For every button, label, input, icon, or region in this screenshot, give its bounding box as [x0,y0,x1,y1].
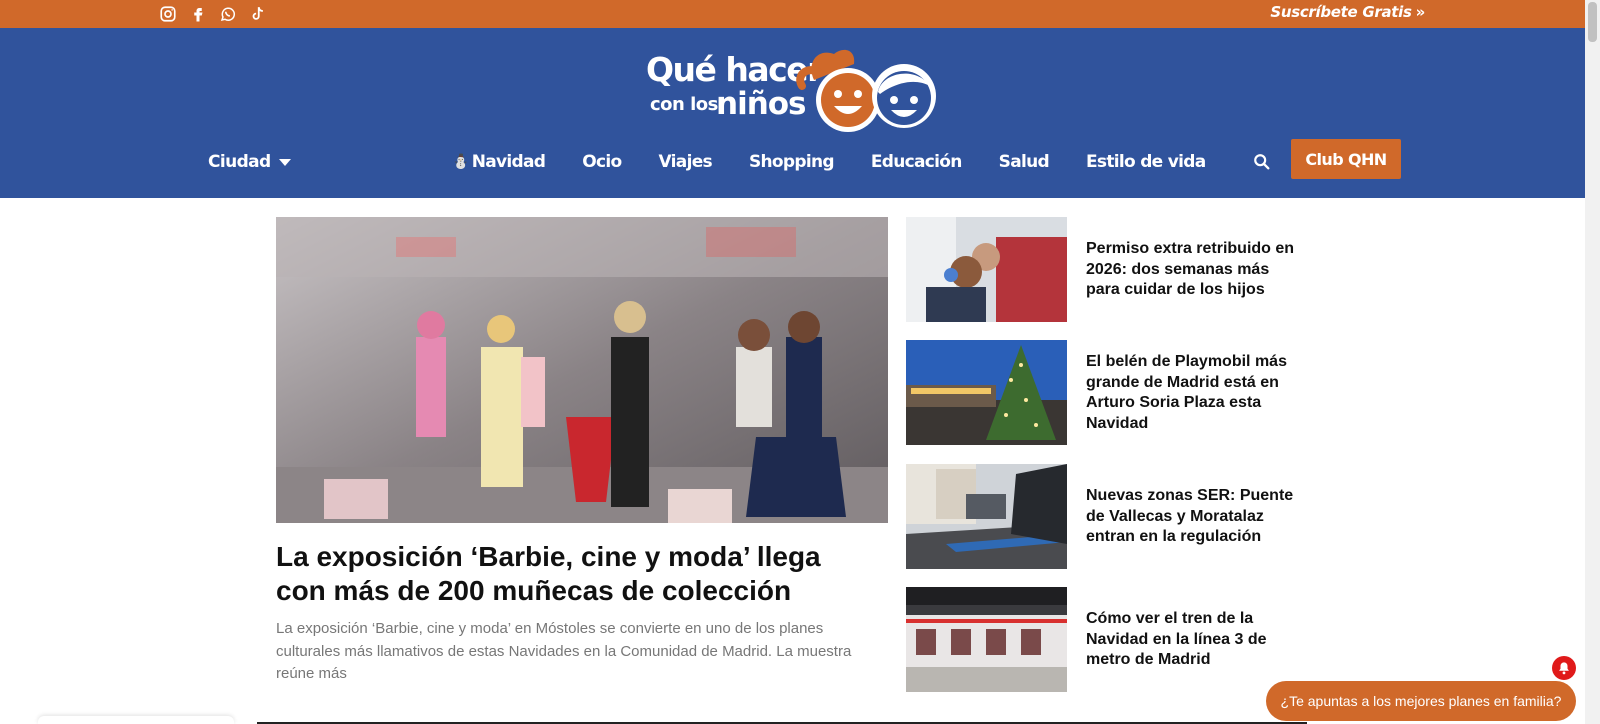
featured-article-title[interactable]: La exposición ‘Barbie, cine y moda’ lleg… [276,540,876,608]
nav-item-label: Ocio [582,152,622,172]
nav-item-viajes[interactable]: Viajes [658,152,713,172]
consent-card-edge [38,716,234,724]
side-article[interactable]: Permiso extra retribuido en 2026: dos se… [906,217,1306,322]
whatsapp-icon[interactable] [218,4,238,24]
side-article-image [906,587,1067,692]
side-article-title: El belén de Playmobil más grande de Madr… [1086,353,1287,432]
social-links [158,4,268,24]
city-dropdown-label: Ciudad [208,152,271,172]
nav-item-navidad[interactable]: ⛄ Navidad [452,152,546,172]
main-nav: Ciudad ⛄ Navidad Ocio Viajes Shopping Ed… [0,136,1585,186]
side-article-image [906,217,1067,322]
side-article[interactable]: Cómo ver el tren de la Navidad en la lín… [906,587,1306,692]
subscribe-link[interactable]: Suscríbete Gratis» [1270,3,1425,21]
nav-item-salud[interactable]: Salud [998,152,1050,172]
nav-item-label: Navidad [471,152,546,172]
side-article-title: Cómo ver el tren de la Navidad en la lín… [1086,610,1267,668]
scrollbar-thumb[interactable] [1588,2,1597,42]
side-article[interactable]: El belén de Playmobil más grande de Madr… [906,340,1306,445]
bell-icon[interactable] [1552,656,1576,680]
site-header: Qué hacer con los niños Ciudad ⛄ Navidad… [0,28,1585,198]
kids-faces-logo-icon [796,49,936,132]
instagram-icon[interactable] [158,4,178,24]
double-chevron-right-icon: » [1415,3,1426,21]
nav-item-label: Salud [998,152,1050,172]
tiktok-icon[interactable] [248,4,268,24]
nav-item-label: Shopping [748,152,835,172]
side-article-title: Nuevas zonas SER: Puente de Vallecas y M… [1086,487,1294,545]
club-qhn-button[interactable]: Club QHN [1291,139,1401,179]
featured-article-excerpt: La exposición ‘Barbie, cine y moda’ en M… [276,620,852,682]
nav-item-shopping[interactable]: Shopping [748,152,835,172]
top-bar: Suscríbete Gratis» [0,0,1585,28]
nav-menu: ⛄ Navidad Ocio Viajes Shopping Educación… [452,152,1242,172]
featured-article-image[interactable] [276,217,888,523]
nav-item-educacion[interactable]: Educación [870,152,963,172]
logo-line-3: niños [716,86,807,122]
side-article-title: Permiso extra retribuido en 2026: dos se… [1086,240,1295,298]
city-dropdown[interactable]: Ciudad [208,152,291,172]
search-icon[interactable] [1253,153,1271,171]
snowman-icon: ⛄ [452,154,469,170]
facebook-icon[interactable] [188,4,208,24]
logo-line-2: con los [650,94,718,115]
side-article[interactable]: Nuevas zonas SER: Puente de Vallecas y M… [906,464,1306,569]
nav-item-estilo-de-vida[interactable]: Estilo de vida [1085,152,1206,172]
nav-item-label: Estilo de vida [1085,152,1206,172]
caret-down-icon [278,158,291,166]
newsletter-cta-button[interactable]: ¿Te apuntas a los mejores planes en fami… [1266,681,1576,721]
side-article-image [906,464,1067,569]
site-logo[interactable]: Qué hacer con los niños [640,42,946,132]
nav-item-label: Viajes [658,152,713,172]
side-article-image [906,340,1067,445]
nav-item-label: Educación [870,152,963,172]
subscribe-label: Suscríbete Gratis [1270,3,1412,21]
nav-item-ocio[interactable]: Ocio [582,152,622,172]
barbie-dolls-photo [276,217,888,523]
page-scrollbar[interactable] [1585,0,1600,724]
